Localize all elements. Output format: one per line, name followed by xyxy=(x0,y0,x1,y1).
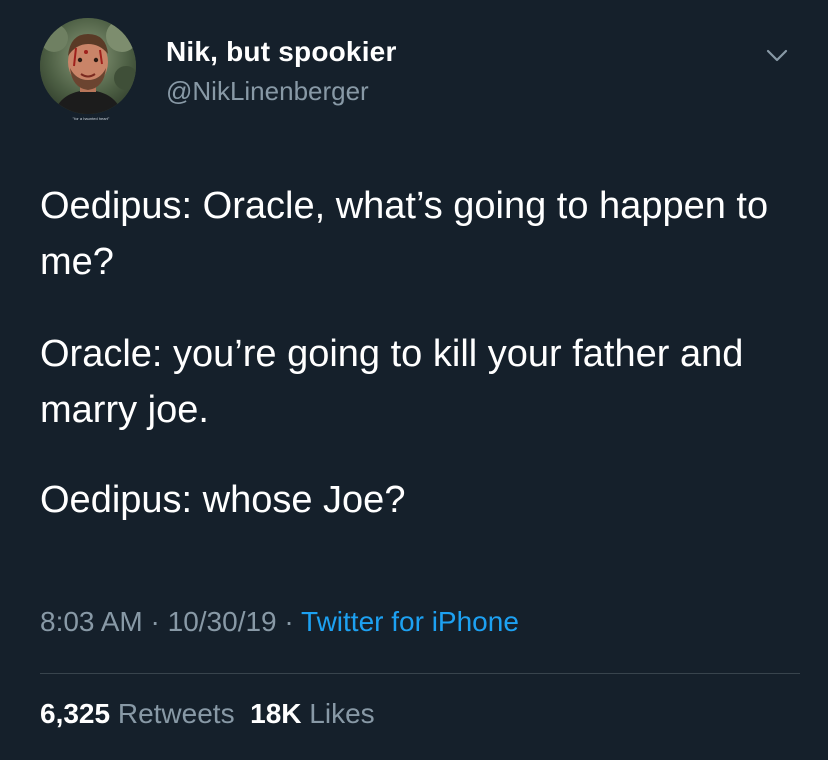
likes-label: Likes xyxy=(309,698,375,729)
display-name[interactable]: Nik, but spookier xyxy=(166,36,397,68)
user-handle[interactable]: @NikLinenberger xyxy=(166,76,369,107)
meta-separator: · xyxy=(276,606,302,637)
avatar-caption: "for a haunted heart" xyxy=(72,116,110,121)
tweet-paragraph: Oedipus: whose Joe? xyxy=(40,479,406,521)
retweets-label: Retweets xyxy=(117,698,235,729)
meta-separator: · xyxy=(142,606,168,637)
tweet-meta: 8:03 AM · 10/30/19 · Twitter for iPhone xyxy=(40,606,519,638)
tweet-stats: 6,325 Retweets 18K Likes xyxy=(40,698,375,730)
chevron-down-icon[interactable] xyxy=(762,44,792,68)
tweet-time[interactable]: 8:03 AM xyxy=(40,606,143,637)
tweet-paragraph: Oracle: you’re going to kill your father… xyxy=(40,333,744,431)
tweet-card: "for a haunted heart" Nik, but spookier … xyxy=(0,0,828,760)
avatar-image xyxy=(40,18,136,114)
tweet-source-link[interactable]: Twitter for iPhone xyxy=(301,606,519,637)
retweets-stat[interactable]: 6,325 Retweets xyxy=(40,698,235,729)
avatar[interactable] xyxy=(40,18,136,114)
tweet-paragraph: Oedipus: Oracle, what’s going to happen … xyxy=(40,185,769,283)
likes-count: 18K xyxy=(250,698,302,729)
likes-stat[interactable]: 18K Likes xyxy=(250,698,375,729)
tweet-date[interactable]: 10/30/19 xyxy=(168,606,277,637)
divider xyxy=(40,673,800,674)
retweets-count: 6,325 xyxy=(40,698,111,729)
